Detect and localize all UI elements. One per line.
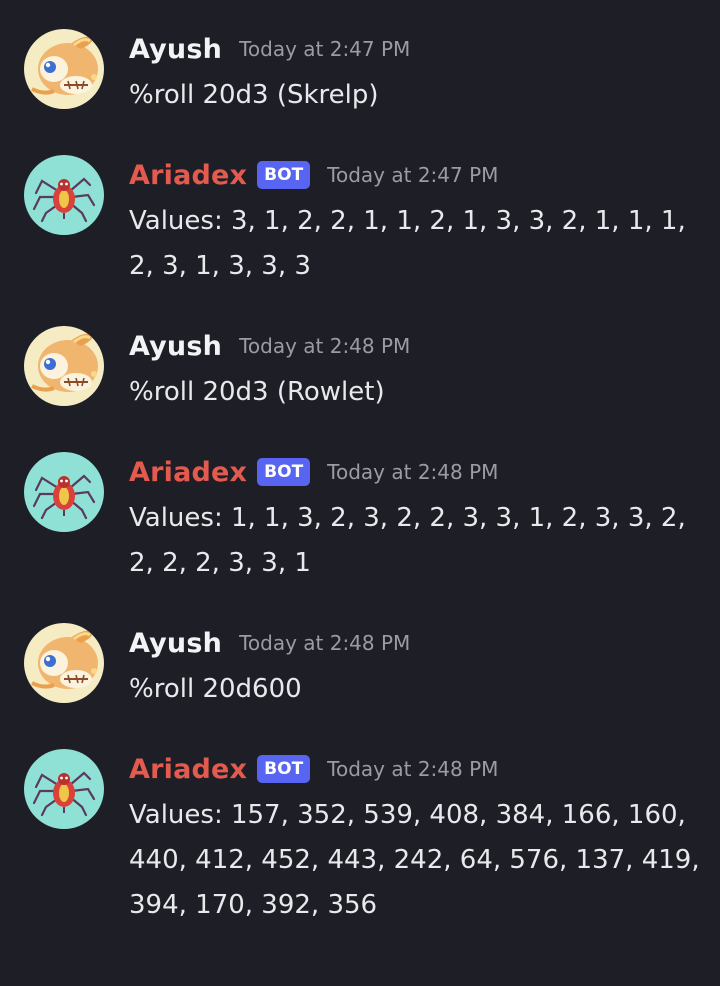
message-item: Ariadex BOT Today at 2:48 PM Values: 1, … [0,452,720,582]
pokemon-avatar-icon[interactable] [24,326,104,406]
message-item: Ariadex BOT Today at 2:48 PM Values: 157… [0,749,720,929]
chat-log: Ayush Today at 2:47 PM %roll 20d3 (Skrel… [0,0,720,986]
message-item: Ayush Today at 2:48 PM %roll 20d3 (Rowle… [0,326,720,416]
message-text: %roll 20d600 [129,674,302,704]
author-name[interactable]: Ariadex [129,457,247,488]
message-text: %roll 20d3 (Skrelp) [129,80,379,110]
message-text: Values: 1, 1, 3, 2, 3, 2, 2, 3, 3, 1, 2,… [129,503,686,578]
pokemon-avatar-icon[interactable] [24,623,104,703]
message-text: Values: 157, 352, 539, 408, 384, 166, 16… [129,800,700,920]
message-item: Ayush Today at 2:47 PM %roll 20d3 (Skrel… [0,29,720,119]
spider-pokemon-avatar-icon[interactable] [24,749,104,829]
message-text: %roll 20d3 (Rowlet) [129,377,385,407]
message-timestamp: Today at 2:48 PM [239,334,411,358]
message-item: Ayush Today at 2:48 PM %roll 20d600 [0,623,720,713]
message-header: Ayush Today at 2:47 PM [129,29,410,69]
author-name[interactable]: Ariadex [129,160,247,191]
author-name[interactable]: Ayush [129,331,222,362]
bot-badge: BOT [257,458,311,486]
bot-badge: BOT [257,755,311,783]
bot-badge: BOT [257,161,311,189]
message-header: Ayush Today at 2:48 PM [129,326,410,366]
message-header: Ariadex BOT Today at 2:47 PM [129,155,498,195]
message-header: Ariadex BOT Today at 2:48 PM [129,452,498,492]
author-name[interactable]: Ariadex [129,754,247,785]
author-name[interactable]: Ayush [129,34,222,65]
message-timestamp: Today at 2:48 PM [327,460,499,484]
spider-pokemon-avatar-icon[interactable] [24,155,104,235]
pokemon-avatar-icon[interactable] [24,29,104,109]
author-name[interactable]: Ayush [129,628,222,659]
message-timestamp: Today at 2:48 PM [327,757,499,781]
message-timestamp: Today at 2:48 PM [239,631,411,655]
message-timestamp: Today at 2:47 PM [327,163,499,187]
message-item: Ariadex BOT Today at 2:47 PM Values: 3, … [0,155,720,285]
spider-pokemon-avatar-icon[interactable] [24,452,104,532]
message-timestamp: Today at 2:47 PM [239,37,411,61]
message-text: Values: 3, 1, 2, 2, 1, 1, 2, 1, 3, 3, 2,… [129,206,686,281]
message-header: Ayush Today at 2:48 PM [129,623,410,663]
message-header: Ariadex BOT Today at 2:48 PM [129,749,498,789]
